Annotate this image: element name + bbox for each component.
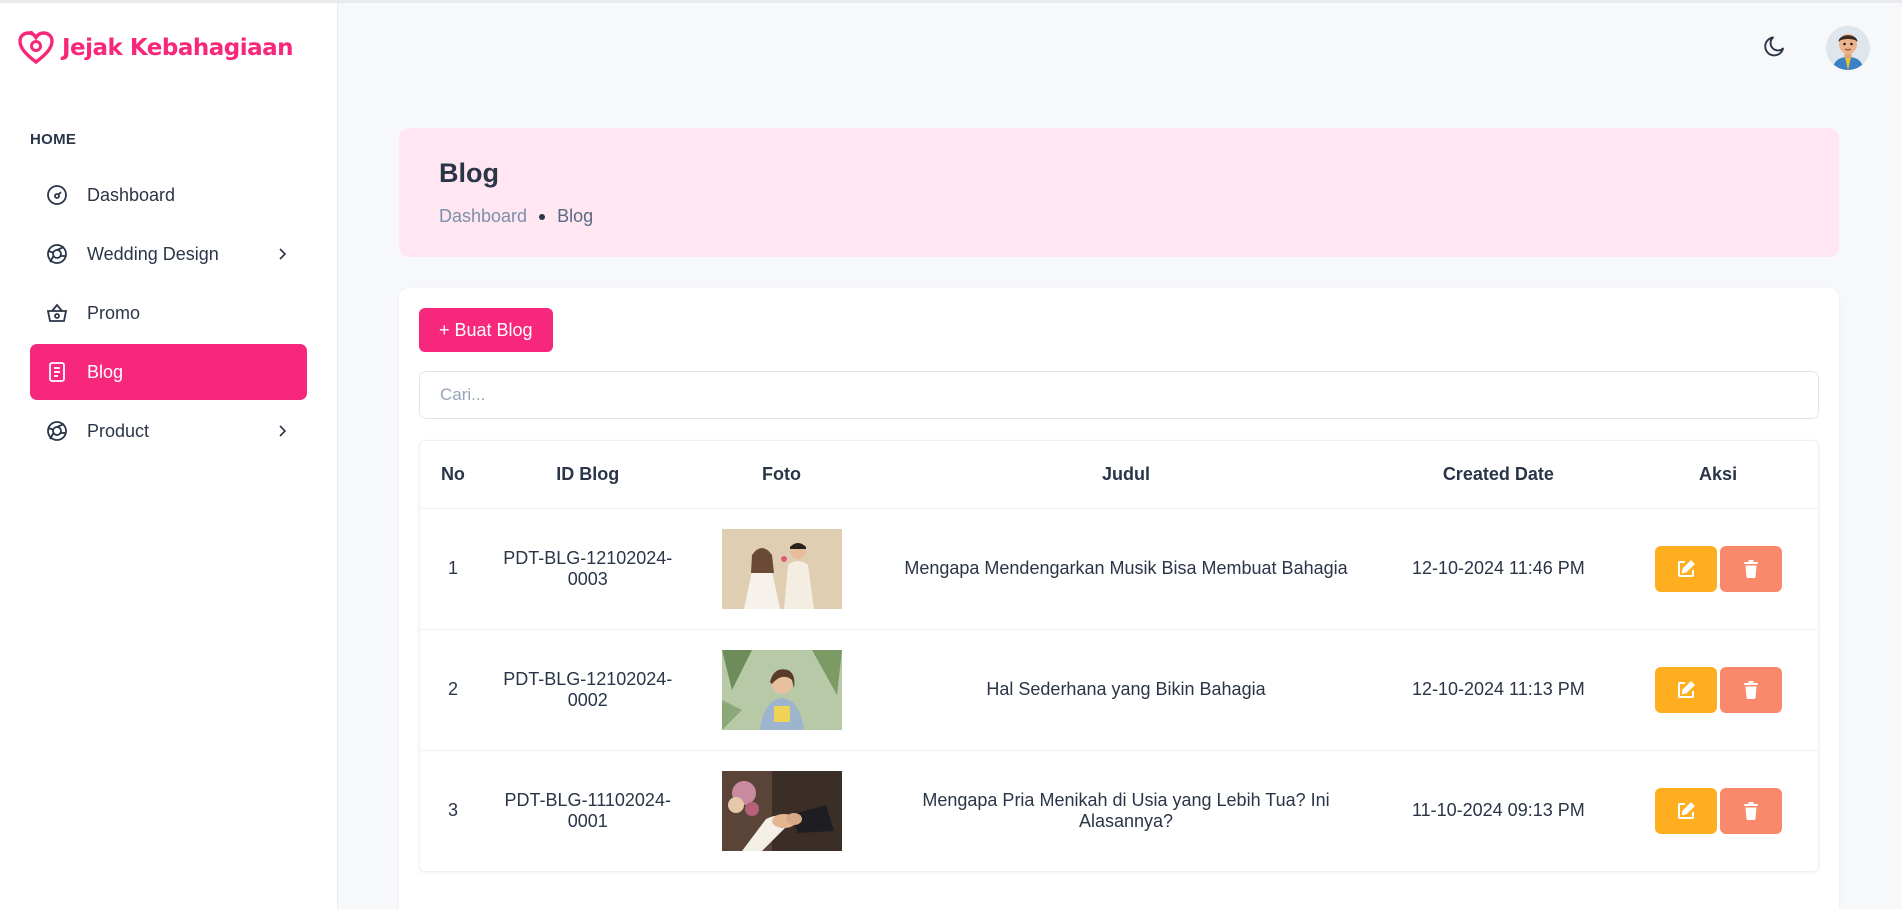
column-header-photo: Foto [689,441,874,509]
cell-photo [689,629,874,751]
trash-icon [1743,801,1758,820]
sidebar-nav: Dashboard Wedding Design Promo Blog Prod… [30,167,307,462]
sidebar-item-promo[interactable]: Promo [30,285,307,341]
sidebar-item-dashboard[interactable]: Dashboard [30,167,307,223]
sidebar-item-label: Wedding Design [87,243,219,264]
delete-button[interactable] [1719,666,1782,713]
cell-title: Mengapa Pria Menikah di Usia yang Lebih … [922,789,1330,831]
cell-id: PDT-BLG-12102024-0002 [485,629,690,751]
blog-table: No ID Blog Foto Judul Created Date Aksi … [419,440,1819,872]
delete-button[interactable] [1719,787,1782,834]
edit-button[interactable] [1654,666,1717,713]
trash-icon [1743,559,1758,578]
heart-logo-icon [18,31,54,65]
breadcrumb-current: Blog [557,206,594,226]
cell-actions [1618,750,1818,871]
breadcrumb-home-link[interactable]: Dashboard [439,206,527,227]
cell-title: Hal Sederhana yang Bikin Bahagia [873,629,1379,751]
chevron-right-icon [279,425,287,437]
sidebar-item-label: Blog [87,361,124,382]
sidebar-item-label: Dashboard [87,184,176,205]
cell-actions [1618,629,1818,751]
cell-id: PDT-BLG-12102024-0003 [485,508,690,630]
sidebar-item-label: Product [87,420,150,441]
aperture-icon [44,418,70,444]
wedding-hands-photo [721,770,842,851]
search-input[interactable] [419,371,1819,419]
cell-date: 12-10-2024 11:46 PM [1378,508,1619,630]
cell-photo [689,508,874,630]
cell-actions [1618,508,1818,630]
edit-icon [1677,801,1695,819]
nav-section-home: HOME [30,131,77,148]
table-row: 1 PDT-BLG-12102024-0003 Mengapa Mendenga… [420,508,1818,630]
moon-icon[interactable] [1762,33,1788,59]
page-header-banner: Blog Dashboard Blog [399,128,1839,257]
sidebar: Jejak Kebahagiaan HOME Dashboard Wedding… [0,3,338,909]
edit-button[interactable] [1654,545,1717,592]
table-row: 3 PDT-BLG-11102024-0001 Mengapa Pria Men… [420,750,1818,871]
page-title: Blog [439,158,499,188]
column-header-actions: Aksi [1618,441,1818,509]
blog-card: + Buat Blog No ID Blog Foto Judul Create… [399,288,1839,909]
edit-icon [1677,680,1695,698]
cell-id: PDT-BLG-11102024-0001 [504,789,671,831]
cell-no: 2 [420,629,486,751]
sidebar-item-label: Promo [87,302,141,323]
edit-button[interactable] [1654,787,1717,834]
column-header-id: ID Blog [485,441,690,509]
cell-title: Mengapa Mendengarkan Musik Bisa Membuat … [873,508,1379,630]
edit-icon [1677,559,1695,577]
cell-no: 3 [447,800,458,821]
gauge-icon [44,182,70,208]
column-header-date: Created Date [1378,441,1619,509]
trash-icon [1743,680,1758,699]
sidebar-item-blog[interactable]: Blog [30,344,307,400]
sidebar-item-product[interactable]: Product [30,403,307,459]
user-avatar[interactable] [1826,26,1870,70]
column-header-title: Judul [873,441,1379,509]
cell-date: 12-10-2024 11:13 PM [1378,629,1619,751]
logo[interactable]: Jejak Kebahagiaan [18,31,294,65]
chevron-right-icon [279,248,287,260]
table-header-row: No ID Blog Foto Judul Created Date Aksi [420,441,1818,509]
table-row: 2 PDT-BLG-12102024-0002 Hal Sederhana ya… [420,629,1818,751]
cell-no: 1 [420,508,486,630]
breadcrumb: Dashboard Blog [439,206,593,227]
woman-smiling-photo [721,649,842,730]
document-icon [44,359,70,385]
couple-portrait-photo [721,528,842,609]
delete-button[interactable] [1719,545,1782,592]
logo-text: Jejak Kebahagiaan [62,35,294,61]
column-header-no: No [420,441,486,509]
create-blog-button[interactable]: + Buat Blog [419,308,553,352]
cell-date: 11-10-2024 09:13 PM [1411,800,1585,821]
sidebar-item-wedding-design[interactable]: Wedding Design [30,226,307,282]
aperture-icon [44,241,70,267]
avatar-illustration [1826,26,1870,70]
breadcrumb-separator [539,213,546,220]
basket-icon [44,300,70,326]
cell-photo [690,750,874,871]
